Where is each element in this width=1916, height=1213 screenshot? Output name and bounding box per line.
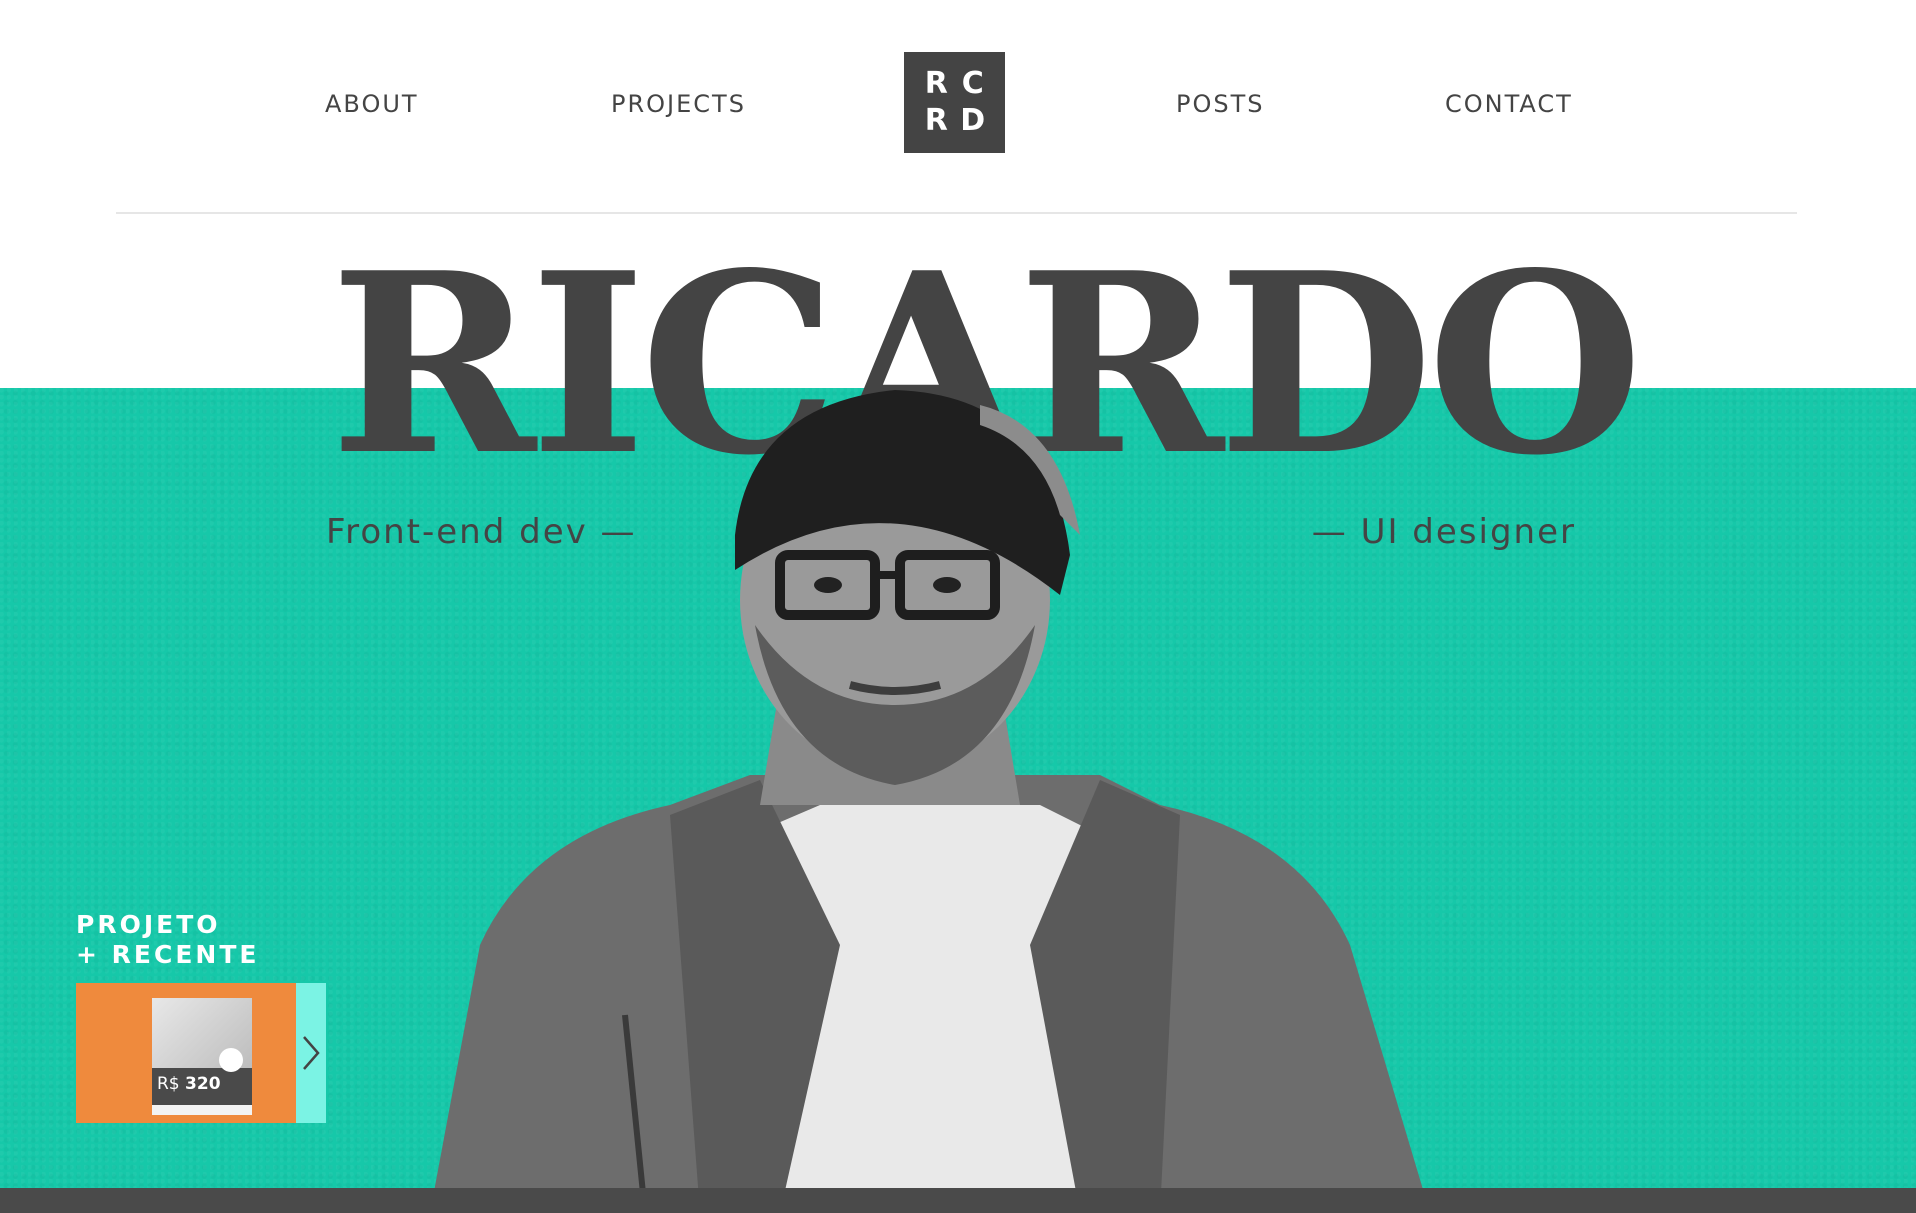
thumbnail-footer-strip: [152, 1105, 252, 1115]
recent-label-line2: + RECENTE: [76, 940, 260, 969]
portrait-image: [430, 390, 1430, 1213]
logo-letter-c: C: [961, 66, 984, 101]
nav-projects[interactable]: PROJECTS: [611, 89, 746, 119]
calendar-badge-icon: [219, 1048, 243, 1072]
nav-posts[interactable]: POSTS: [1176, 89, 1265, 119]
logo[interactable]: R C R D: [904, 52, 1005, 153]
tagline-left: Front-end dev —: [326, 512, 637, 552]
recent-project-card[interactable]: R$ 320: [76, 983, 296, 1123]
thumbnail-price-currency: R$: [157, 1074, 180, 1094]
recent-project-thumbnail: R$ 320: [152, 998, 252, 1115]
chevron-right-icon: [303, 1036, 320, 1070]
recent-project-label: PROJETO + RECENTE: [76, 910, 336, 970]
thumbnail-price-value: 320: [185, 1074, 221, 1094]
recent-project-next-button[interactable]: [296, 983, 326, 1123]
logo-letter-r1: R: [924, 66, 948, 101]
thumbnail-price: R$ 320: [157, 1074, 221, 1094]
tagline-right: — UI designer: [1311, 512, 1576, 552]
header-divider: [116, 212, 1797, 214]
nav-about[interactable]: ABOUT: [325, 89, 419, 119]
footer-bar: [0, 1188, 1916, 1213]
logo-letter-d: D: [960, 102, 986, 138]
recent-label-line1: PROJETO: [76, 910, 221, 939]
logo-letter-r2: R: [924, 102, 948, 138]
nav-contact[interactable]: CONTACT: [1445, 89, 1573, 119]
